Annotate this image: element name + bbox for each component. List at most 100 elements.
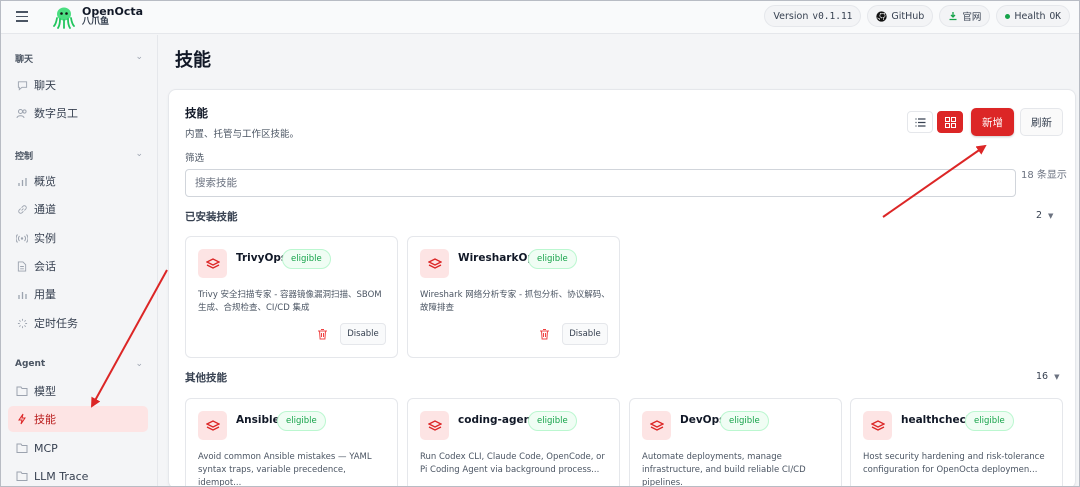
sidebar-item-label: 模型	[34, 385, 56, 398]
health-label: Health	[1014, 10, 1046, 22]
version-value: v0.1.11	[812, 10, 853, 22]
sidebar-item-skills[interactable]: 技能	[8, 406, 148, 432]
sidebar-item-channels[interactable]: 通道	[8, 196, 148, 222]
skill-card[interactable]: TrivyOps eligible Trivy 安全扫描专家 - 容器镜像漏洞扫…	[185, 236, 398, 358]
brand-name: OpenOcta	[82, 4, 144, 18]
loader-icon	[16, 317, 28, 329]
sidebar: 聊天 ⌄ 聊天 数字员工 控制 ⌄ 概览 通道 实例 会话 用量 定时任务 Agen…	[0, 35, 158, 487]
add-skill-button[interactable]: 新增	[971, 108, 1014, 136]
skill-layers-icon	[863, 411, 892, 440]
eligible-badge: eligible	[282, 249, 331, 269]
sidebar-item-mcp[interactable]: MCP	[8, 435, 148, 461]
sidebar-item-label: 概览	[34, 175, 56, 188]
document-icon	[16, 260, 28, 272]
link-icon	[16, 203, 28, 215]
list-icon	[915, 117, 925, 127]
status-dot-icon	[1005, 13, 1011, 19]
page-title: 技能	[175, 50, 211, 71]
skill-name: Ansible	[236, 414, 280, 426]
version-pill: Version v0.1.11	[764, 5, 862, 27]
skill-description: Automate deployments, manage infrastruct…	[642, 452, 806, 487]
sidebar-section-chat[interactable]: 聊天 ⌄	[15, 52, 143, 65]
installed-skills-toggle[interactable]: 2 ▼	[1036, 210, 1053, 221]
sidebar-item-label: 会话	[34, 260, 56, 273]
refresh-button[interactable]: 刷新	[1020, 108, 1063, 136]
sidebar-item-label: 用量	[34, 288, 56, 301]
skill-description: Run Codex CLI, Claude Code, OpenCode, or…	[420, 452, 605, 475]
sidebar-item-label: MCP	[34, 441, 58, 455]
github-button[interactable]: GitHub	[867, 5, 934, 27]
card-subtitle: 内置、托管与工作区技能。	[185, 129, 300, 140]
eligible-badge: eligible	[720, 411, 769, 431]
collapse-icon: ⌄	[135, 359, 143, 369]
github-icon	[876, 10, 888, 22]
version-label: Version	[773, 10, 809, 22]
disable-button[interactable]: Disable	[562, 323, 608, 345]
sidebar-item-scheduled-tasks[interactable]: 定时任务	[8, 310, 148, 336]
skill-name: healthcheck	[901, 414, 973, 426]
skill-layers-icon	[642, 411, 671, 440]
skill-description: Avoid common Ansible mistakes — YAML syn…	[198, 452, 372, 487]
trash-icon	[317, 329, 327, 340]
skill-layers-icon	[420, 411, 449, 440]
sidebar-item-digital-staff[interactable]: 数字员工	[8, 100, 148, 126]
skill-name: coding-agent	[458, 414, 537, 426]
brand-subtitle: 八爪鱼	[82, 16, 110, 27]
eligible-badge: eligible	[965, 411, 1014, 431]
caret-down-icon: ▼	[1048, 212, 1054, 220]
sidebar-section-control[interactable]: 控制 ⌄	[15, 149, 143, 162]
sidebar-item-label: 通道	[34, 203, 56, 216]
filter-label: 筛选	[185, 153, 205, 164]
other-skills-heading: 其他技能	[185, 372, 227, 384]
lightning-icon	[16, 413, 28, 425]
sidebar-item-chat[interactable]: 聊天	[8, 72, 148, 98]
skill-description: Trivy 安全扫描专家 - 容器镜像漏洞扫描、SBOM 生成、合规检查、CI/…	[198, 290, 382, 313]
skill-card[interactable]: Ansible eligible Avoid common Ansible mi…	[185, 398, 398, 487]
sidebar-item-instances[interactable]: 实例	[8, 225, 148, 251]
skill-card[interactable]: healthcheck eligible Host security harde…	[850, 398, 1063, 487]
eligible-badge: eligible	[528, 249, 577, 269]
users-icon	[16, 107, 28, 119]
result-count: 18 条显示	[1021, 170, 1067, 181]
skill-name: TrivyOps	[236, 252, 288, 264]
website-button[interactable]: 官网	[939, 5, 991, 27]
brand: OpenOcta 八爪鱼	[82, 6, 143, 28]
collapse-icon: ⌄	[135, 52, 143, 62]
menu-icon[interactable]	[16, 11, 36, 22]
skill-card[interactable]: WiresharkOps eligible Wireshark 网络分析专家 -…	[407, 236, 620, 358]
sidebar-item-llm-trace[interactable]: LLM Trace	[8, 463, 148, 487]
sidebar-item-label: LLM Trace	[34, 469, 89, 483]
octopus-logo-icon	[53, 7, 75, 29]
bar-chart-icon	[16, 175, 28, 187]
delete-button[interactable]	[310, 323, 334, 345]
sidebar-item-overview[interactable]: 概览	[8, 168, 148, 194]
grid-view-button[interactable]	[937, 111, 963, 133]
card-title: 技能	[185, 106, 208, 120]
section-title: Agent	[15, 359, 46, 369]
skill-card[interactable]: coding-agent eligible Run Codex CLI, Cla…	[407, 398, 620, 487]
skill-description: Wireshark 网络分析专家 - 抓包分析、协议解码、故障排查	[420, 290, 610, 313]
other-count: 16	[1036, 371, 1049, 382]
github-label: GitHub	[891, 10, 925, 22]
installed-count: 2	[1036, 210, 1043, 221]
disable-button[interactable]: Disable	[340, 323, 386, 345]
delete-button[interactable]	[532, 323, 556, 345]
folder-icon	[16, 442, 28, 454]
health-pill: Health OK	[996, 5, 1070, 27]
sidebar-item-usage[interactable]: 用量	[8, 281, 148, 307]
other-skills-toggle[interactable]: 16 ▼	[1036, 371, 1059, 382]
trash-icon	[539, 329, 549, 340]
skill-card[interactable]: DevOps eligible Automate deployments, ma…	[629, 398, 842, 487]
eligible-badge: eligible	[528, 411, 577, 431]
search-input[interactable]	[185, 169, 1016, 197]
folder-icon	[16, 470, 28, 482]
sidebar-item-sessions[interactable]: 会话	[8, 253, 148, 279]
sidebar-item-models[interactable]: 模型	[8, 378, 148, 404]
installed-skills-heading: 已安装技能	[185, 211, 238, 223]
list-view-button[interactable]	[907, 111, 933, 133]
sidebar-item-label: 定时任务	[34, 317, 78, 330]
health-value: OK	[1049, 10, 1061, 22]
sidebar-section-agent[interactable]: Agent ⌄	[15, 359, 143, 369]
section-title: 控制	[15, 152, 34, 162]
sidebar-item-label: 数字员工	[34, 107, 78, 120]
